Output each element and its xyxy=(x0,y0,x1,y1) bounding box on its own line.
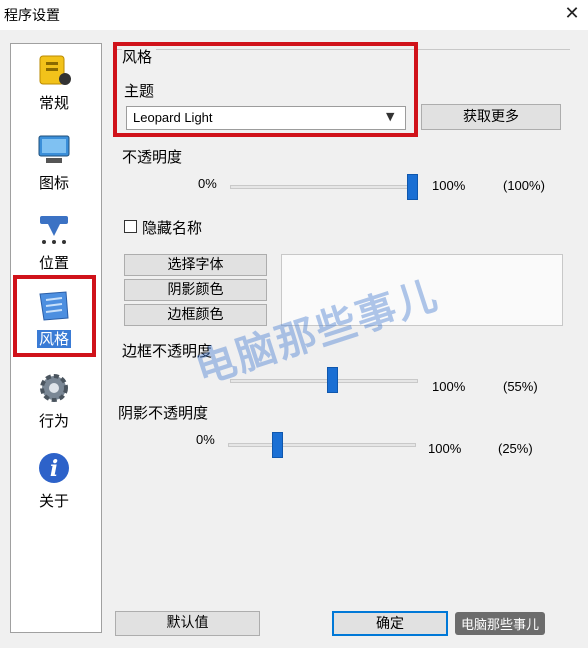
border-opacity-value: (55%) xyxy=(503,379,538,394)
sidebar-highlight-box xyxy=(13,275,96,357)
hide-name-label: 隐藏名称 xyxy=(142,219,203,237)
opacity-slider-thumb[interactable] xyxy=(407,174,418,200)
window-title: 程序设置 xyxy=(4,8,60,24)
border-opacity-slider-thumb[interactable] xyxy=(327,367,339,393)
sidebar-item-label: 位置 xyxy=(38,254,69,272)
shadow-opacity-max-label: 100% xyxy=(428,441,462,456)
default-button[interactable]: 默认值 xyxy=(115,611,260,636)
placement-icon xyxy=(36,212,72,248)
opacity-slider-track[interactable] xyxy=(230,185,418,189)
ok-button[interactable]: 确定 xyxy=(332,611,448,636)
sidebar-item-label: 常规 xyxy=(38,94,69,112)
opacity-value: (100%) xyxy=(503,178,545,193)
monitor-icon xyxy=(36,132,72,168)
get-more-button[interactable]: 获取更多 xyxy=(421,104,561,130)
watermark-logo: 电脑那些事儿 xyxy=(455,612,546,635)
title-bar xyxy=(0,0,588,30)
shadow-opacity-value: (25%) xyxy=(498,441,533,456)
opacity-label: 不透明度 xyxy=(122,148,183,166)
sidebar-item-label: 图标 xyxy=(38,174,69,192)
sidebar-item-icons[interactable]: 图标 xyxy=(14,130,94,206)
border-opacity-max-label: 100% xyxy=(432,379,466,394)
theme-highlight-box xyxy=(113,42,418,137)
notebook-icon xyxy=(36,52,72,88)
opacity-min-label: 0% xyxy=(198,176,217,191)
shadow-opacity-label: 阴影不透明度 xyxy=(118,404,209,422)
sidebar-item-about[interactable]: i 关于 xyxy=(14,448,94,524)
sidebar-item-label: 关于 xyxy=(38,492,69,510)
shadow-color-button[interactable]: 阴影颜色 xyxy=(124,279,267,301)
shadow-opacity-min-label: 0% xyxy=(196,432,215,447)
info-icon: i xyxy=(36,450,72,486)
sidebar-item-behavior[interactable]: 行为 xyxy=(14,368,94,444)
gear-icon xyxy=(36,370,72,406)
sidebar-item-label: 行为 xyxy=(38,412,69,430)
choose-font-button[interactable]: 选择字体 xyxy=(124,254,267,276)
shadow-opacity-slider-thumb[interactable] xyxy=(272,432,284,458)
hide-name-checkbox[interactable] xyxy=(124,220,137,233)
opacity-max-label: 100% xyxy=(432,178,466,193)
shadow-opacity-slider-track[interactable] xyxy=(228,443,416,447)
close-icon[interactable]: ✕ xyxy=(560,2,584,26)
sidebar-item-general[interactable]: 常规 xyxy=(14,50,94,126)
svg-text:i: i xyxy=(50,456,58,482)
border-opacity-slider-track[interactable] xyxy=(230,379,418,383)
